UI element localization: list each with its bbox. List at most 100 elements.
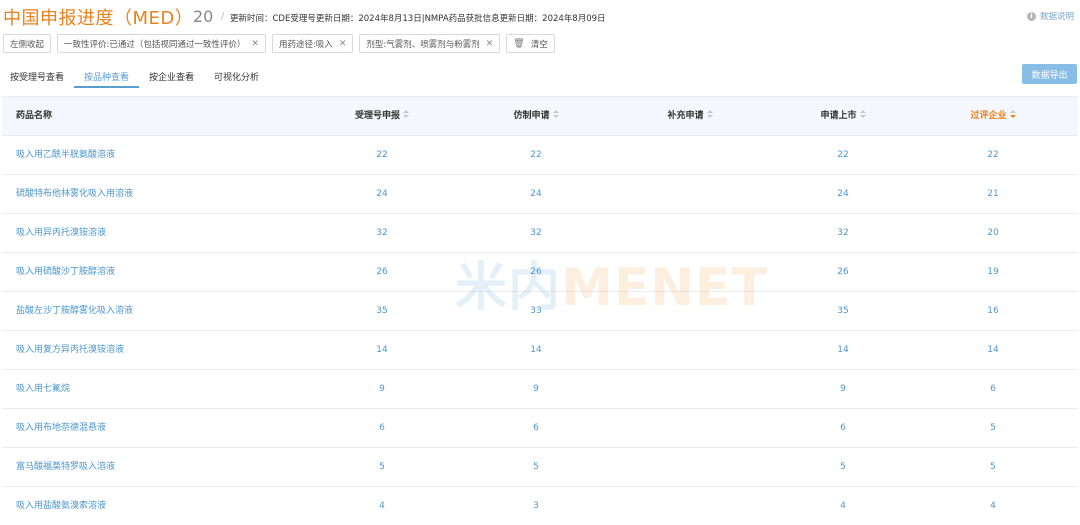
tab-by-acceptance-number[interactable]: 按受理号查看 — [0, 66, 74, 88]
close-icon[interactable]: ✕ — [339, 39, 347, 49]
column-header-drug-name: 药品名称 — [16, 97, 52, 136]
column-header-label: 申请上市 — [820, 111, 857, 121]
filter-chip-route: 用药途径:吸入 ✕ — [271, 34, 354, 53]
info-icon: i — [1026, 11, 1036, 21]
acceptance-cell[interactable]: 4 — [332, 487, 432, 525]
drug-name-cell[interactable]: 吸入用盐酸氨溴索溶液 — [16, 487, 106, 525]
filter-chip-label: 用药途径:吸入 — [278, 39, 333, 50]
generic-cell[interactable]: 24 — [486, 175, 586, 214]
passed-companies-cell[interactable]: 5 — [943, 409, 1043, 448]
filter-bar: 左侧收起 一致性评价:已通过（包括视同通过一致性评价） ✕ 用药途径:吸入 ✕ … — [3, 34, 555, 53]
acceptance-cell[interactable]: 32 — [332, 214, 432, 253]
trash-icon: 🗑 — [513, 38, 525, 49]
drug-name-cell[interactable]: 硫酸特布他林雾化吸入用溶液 — [16, 175, 133, 214]
clear-filters-button[interactable]: 🗑 清空 — [506, 34, 555, 53]
column-header-supplementary[interactable]: 补充申请 — [640, 97, 740, 136]
passed-companies-cell[interactable]: 22 — [943, 136, 1043, 175]
sort-icon[interactable] — [1009, 110, 1016, 119]
sort-icon[interactable] — [552, 110, 559, 119]
marketing-cell[interactable]: 9 — [793, 370, 893, 409]
table-row: 吸入用布地奈德混悬液 6 6 6 5 — [2, 409, 1078, 448]
table-row: 吸入用复方异丙托溴铵溶液 14 14 14 14 — [2, 331, 1078, 370]
column-header-label: 补充申请 — [667, 111, 704, 121]
filter-chip-consistency: 一致性评价:已通过（包括视同通过一致性评价） ✕ — [57, 34, 266, 53]
data-table: 药品名称 受理号申报 仿制申请 补充申请 申请上市 过评企业 吸入用乙酰半胱氨酸… — [2, 96, 1078, 525]
passed-companies-cell[interactable]: 16 — [943, 292, 1043, 331]
filter-chip-dosage-form: 剂型:气雾剂、喷雾剂与粉雾剂 ✕ — [359, 34, 501, 53]
drug-name-cell[interactable]: 吸入用布地奈德混悬液 — [16, 409, 106, 448]
table-row: 吸入用乙酰半胱氨酸溶液 22 22 22 22 — [2, 136, 1078, 175]
generic-cell[interactable]: 33 — [486, 292, 586, 331]
drug-name-cell[interactable]: 吸入用硫酸沙丁胺醇溶液 — [16, 253, 115, 292]
generic-cell[interactable]: 5 — [486, 448, 586, 487]
drug-name-cell[interactable]: 吸入用异丙托溴铵溶液 — [16, 214, 106, 253]
passed-companies-cell[interactable]: 5 — [943, 448, 1043, 487]
acceptance-cell[interactable]: 6 — [332, 409, 432, 448]
passed-companies-cell[interactable]: 20 — [943, 214, 1043, 253]
marketing-cell[interactable]: 4 — [793, 487, 893, 525]
table-row: 吸入用硫酸沙丁胺醇溶液 26 26 26 19 — [2, 253, 1078, 292]
column-header-generic[interactable]: 仿制申请 — [486, 97, 586, 136]
passed-companies-cell[interactable]: 4 — [943, 487, 1043, 525]
acceptance-cell[interactable]: 26 — [332, 253, 432, 292]
acceptance-cell[interactable]: 5 — [332, 448, 432, 487]
supplementary-cell — [640, 214, 740, 253]
marketing-cell[interactable]: 24 — [793, 175, 893, 214]
update-info: 更新时间：CDE受理号更新日期：2024年8月13日|NMPA药品获批信息更新日… — [230, 14, 606, 24]
export-data-button[interactable]: 数据导出 — [1022, 64, 1077, 84]
passed-companies-cell[interactable]: 14 — [943, 331, 1043, 370]
supplementary-cell — [640, 448, 740, 487]
collapse-sidebar-button[interactable]: 左侧收起 — [3, 34, 52, 53]
supplementary-cell — [640, 331, 740, 370]
column-header-label: 受理号申报 — [354, 111, 400, 121]
marketing-cell[interactable]: 5 — [793, 448, 893, 487]
close-icon[interactable]: ✕ — [251, 39, 259, 49]
marketing-cell[interactable]: 6 — [793, 409, 893, 448]
drug-name-cell[interactable]: 富马酸福莫特罗吸入溶液 — [16, 448, 115, 487]
generic-cell[interactable]: 22 — [486, 136, 586, 175]
acceptance-cell[interactable]: 9 — [332, 370, 432, 409]
marketing-cell[interactable]: 35 — [793, 292, 893, 331]
passed-companies-cell[interactable]: 19 — [943, 253, 1043, 292]
close-icon[interactable]: ✕ — [486, 39, 494, 49]
result-count: 20 — [193, 7, 214, 26]
drug-name-cell[interactable]: 吸入用复方异丙托溴铵溶液 — [16, 331, 124, 370]
passed-companies-cell[interactable]: 21 — [943, 175, 1043, 214]
generic-cell[interactable]: 32 — [486, 214, 586, 253]
table-row: 吸入用七氟烷 9 9 9 6 — [2, 370, 1078, 409]
acceptance-cell[interactable]: 35 — [332, 292, 432, 331]
marketing-cell[interactable]: 14 — [793, 331, 893, 370]
column-header-label: 仿制申请 — [513, 111, 550, 121]
acceptance-cell[interactable]: 14 — [332, 331, 432, 370]
generic-cell[interactable]: 6 — [486, 409, 586, 448]
marketing-cell[interactable]: 26 — [793, 253, 893, 292]
column-header-acceptance[interactable]: 受理号申报 — [332, 97, 432, 136]
supplementary-cell — [640, 487, 740, 525]
drug-name-cell[interactable]: 盐酸左沙丁胺醇雾化吸入溶液 — [16, 292, 133, 331]
passed-companies-cell[interactable]: 6 — [943, 370, 1043, 409]
supplementary-cell — [640, 175, 740, 214]
generic-cell[interactable]: 9 — [486, 370, 586, 409]
generic-cell[interactable]: 14 — [486, 331, 586, 370]
drug-name-cell[interactable]: 吸入用七氟烷 — [16, 370, 70, 409]
drug-name-cell[interactable]: 吸入用乙酰半胱氨酸溶液 — [16, 136, 115, 175]
supplementary-cell — [640, 253, 740, 292]
sort-icon[interactable] — [403, 110, 409, 119]
tab-visual-analysis[interactable]: 可视化分析 — [204, 66, 269, 88]
marketing-cell[interactable]: 22 — [793, 136, 893, 175]
sort-icon[interactable] — [859, 110, 866, 119]
column-header-marketing[interactable]: 申请上市 — [793, 97, 893, 136]
supplementary-cell — [640, 409, 740, 448]
marketing-cell[interactable]: 32 — [793, 214, 893, 253]
generic-cell[interactable]: 26 — [486, 253, 586, 292]
tab-by-variety[interactable]: 按品种查看 — [74, 66, 140, 88]
collapse-sidebar-label: 左侧收起 — [10, 39, 45, 50]
data-help-link[interactable]: i 数据说明 — [1026, 10, 1074, 22]
acceptance-cell[interactable]: 24 — [332, 175, 432, 214]
column-header-passed-companies[interactable]: 过评企业 — [943, 97, 1043, 136]
table-row: 硫酸特布他林雾化吸入用溶液 24 24 24 21 — [2, 175, 1078, 214]
acceptance-cell[interactable]: 22 — [332, 136, 432, 175]
tab-by-company[interactable]: 按企业查看 — [139, 66, 204, 88]
generic-cell[interactable]: 3 — [486, 487, 586, 525]
sort-icon[interactable] — [706, 110, 713, 119]
